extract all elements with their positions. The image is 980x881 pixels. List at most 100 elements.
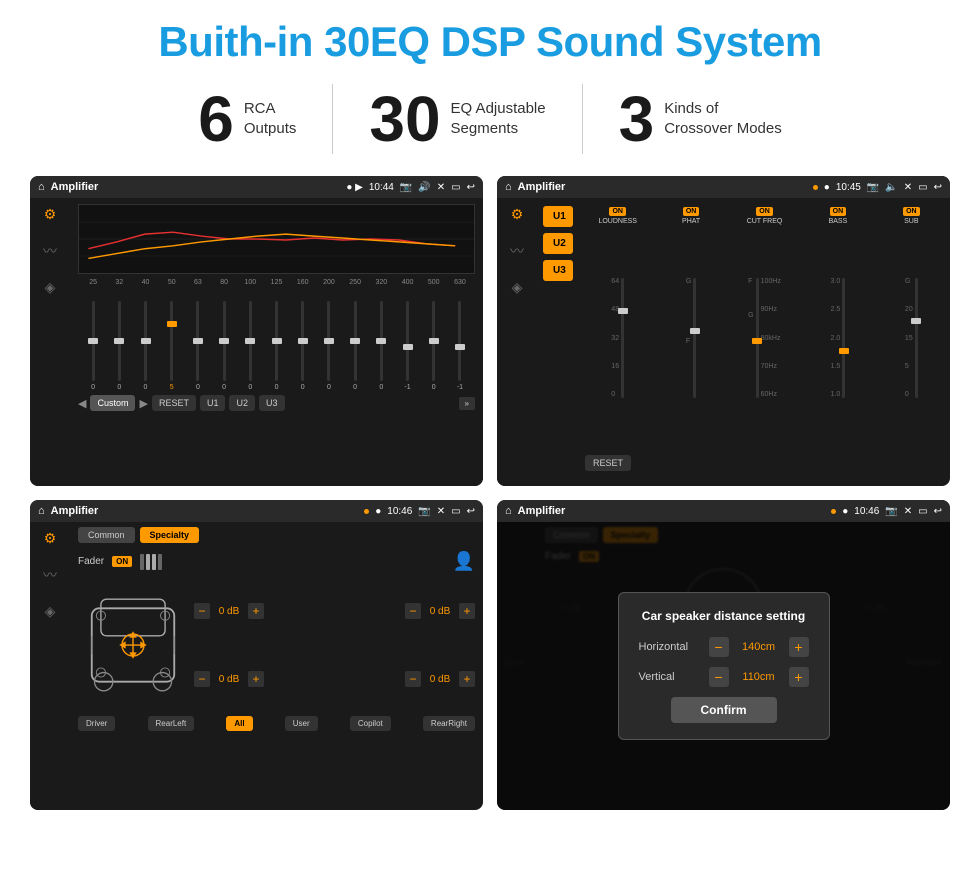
- eq-preset-custom[interactable]: Custom: [90, 395, 135, 411]
- eq-slider-3[interactable]: 5: [159, 301, 185, 391]
- back-icon-4[interactable]: ↩: [934, 506, 942, 517]
- back-icon-2[interactable]: ↩: [934, 182, 942, 193]
- db-bl-minus[interactable]: −: [194, 671, 210, 687]
- status-dot-2: [813, 185, 818, 190]
- fader-sidebar: ⚙ 〰 ◈: [30, 522, 70, 810]
- home-icon-3[interactable]: ⌂: [38, 505, 45, 517]
- screen-dialog-topbar: ⌂ Amplifier ● 10:46 📷 ✕ ▭ ↩: [497, 500, 950, 522]
- db-br-value: 0 dB: [425, 674, 455, 685]
- screens-grid: ⌂ Amplifier ● ▶ 10:44 📷 🔊 ✕ ▭ ↩ ⚙ 〰 ◈: [30, 176, 950, 810]
- eq-slider-7[interactable]: 0: [263, 301, 289, 391]
- window-icon-3: ▭: [451, 506, 460, 517]
- eq-more-btn[interactable]: »: [459, 397, 475, 410]
- crossover-sidebar-icon-1[interactable]: ⚙: [511, 206, 524, 223]
- stat-crossover: 3 Kinds of Crossover Modes: [583, 87, 818, 151]
- eq-slider-0[interactable]: 0: [80, 301, 106, 391]
- play-dot: ● ▶: [346, 182, 363, 193]
- status-dot2b: ●: [824, 182, 830, 193]
- fader-mini-slider[interactable]: [140, 554, 162, 570]
- volume-icon-2: 🔈: [885, 182, 897, 193]
- home-icon[interactable]: ⌂: [38, 181, 45, 193]
- stat-rca-number: 6: [198, 87, 234, 151]
- all-btn[interactable]: All: [226, 716, 252, 731]
- db-tl-plus[interactable]: +: [248, 603, 264, 619]
- home-icon-4[interactable]: ⌂: [505, 505, 512, 517]
- eq-slider-9[interactable]: 0: [316, 301, 342, 391]
- u2-button[interactable]: U2: [543, 233, 573, 254]
- page-wrapper: Buith-in 30EQ DSP Sound System 6 RCA Out…: [0, 0, 980, 881]
- eq-sidebar-icon-3[interactable]: ◈: [45, 279, 56, 296]
- screen-eq-topbar: ⌂ Amplifier ● ▶ 10:44 📷 🔊 ✕ ▭ ↩: [30, 176, 483, 198]
- rearleft-btn[interactable]: RearLeft: [148, 716, 195, 731]
- stat-eq: 30 EQ Adjustable Segments: [333, 87, 581, 151]
- eq-reset-btn[interactable]: RESET: [152, 395, 196, 411]
- driver-btn[interactable]: Driver: [78, 716, 115, 731]
- db-tr-minus[interactable]: −: [405, 603, 421, 619]
- fader-text-label: Fader: [78, 556, 104, 567]
- screen-crossover: ⌂ Amplifier ● 10:45 📷 🔈 ✕ ▭ ↩ ⚙ 〰 ◈ U1: [497, 176, 950, 486]
- db-control-bottom-left: − 0 dB +: [194, 671, 399, 687]
- rearright-btn[interactable]: RearRight: [423, 716, 475, 731]
- db-bl-plus[interactable]: +: [248, 671, 264, 687]
- eq-prev-btn[interactable]: ◀: [78, 397, 86, 410]
- status-dot3b: ●: [375, 506, 381, 517]
- u1-button[interactable]: U1: [543, 206, 573, 227]
- eq-sidebar-icon-2[interactable]: 〰: [43, 241, 57, 261]
- user-btn[interactable]: User: [285, 716, 318, 731]
- screen-crossover-title: Amplifier: [518, 181, 807, 193]
- screen-eq-body: ⚙ 〰 ◈: [30, 198, 483, 486]
- tab-specialty[interactable]: Specialty: [140, 527, 200, 543]
- horizontal-value: 140cm: [734, 641, 784, 653]
- fader-sidebar-icon-2[interactable]: 〰: [43, 565, 57, 585]
- vertical-plus-btn[interactable]: +: [789, 667, 809, 687]
- fader-sidebar-icon-1[interactable]: ⚙: [44, 530, 57, 547]
- screen-dialog-time: 10:46: [854, 506, 879, 517]
- confirm-button[interactable]: Confirm: [671, 697, 777, 723]
- screen-crossover-topbar: ⌂ Amplifier ● 10:45 📷 🔈 ✕ ▭ ↩: [497, 176, 950, 198]
- vertical-minus-btn[interactable]: −: [709, 667, 729, 687]
- eq-slider-4[interactable]: 0: [185, 301, 211, 391]
- db-tl-value: 0 dB: [214, 606, 244, 617]
- eq-u2-btn[interactable]: U2: [229, 395, 255, 411]
- camera-icon-4: 📷: [885, 506, 897, 517]
- eq-slider-1[interactable]: 0: [106, 301, 132, 391]
- eq-next-btn[interactable]: ▶: [139, 397, 147, 410]
- copilot-btn[interactable]: Copilot: [350, 716, 391, 731]
- eq-slider-6[interactable]: 0: [237, 301, 263, 391]
- eq-freq-labels: 25 32 40 50 63 80 100 125 160 200 250 32…: [78, 279, 475, 286]
- db-bl-value: 0 dB: [214, 674, 244, 685]
- close-icon: ✕: [437, 182, 445, 193]
- back-icon-3[interactable]: ↩: [467, 506, 475, 517]
- eq-slider-8[interactable]: 0: [290, 301, 316, 391]
- eq-sidebar-icon-1[interactable]: ⚙: [44, 206, 57, 223]
- db-br-plus[interactable]: +: [459, 671, 475, 687]
- eq-slider-2[interactable]: 0: [132, 301, 158, 391]
- eq-slider-5[interactable]: 0: [211, 301, 237, 391]
- db-tl-minus[interactable]: −: [194, 603, 210, 619]
- eq-slider-10[interactable]: 0: [342, 301, 368, 391]
- dialog-vertical-row: Vertical − 110cm +: [639, 667, 809, 687]
- crossover-sidebar-icon-3[interactable]: ◈: [512, 279, 523, 296]
- eq-u3-btn[interactable]: U3: [259, 395, 285, 411]
- db-br-minus[interactable]: −: [405, 671, 421, 687]
- eq-slider-11[interactable]: 0: [368, 301, 394, 391]
- crossover-sidebar-icon-2[interactable]: 〰: [510, 241, 524, 261]
- crossover-reset-btn[interactable]: RESET: [585, 455, 631, 471]
- car-diagram-container: [78, 580, 188, 710]
- eq-slider-13[interactable]: 0: [421, 301, 447, 391]
- back-icon[interactable]: ↩: [467, 182, 475, 193]
- horizontal-minus-btn[interactable]: −: [709, 637, 729, 657]
- horizontal-plus-btn[interactable]: +: [789, 637, 809, 657]
- eq-slider-14[interactable]: -1: [447, 301, 473, 391]
- screen-fader-body: ⚙ 〰 ◈ Common Specialty Fader ON: [30, 522, 483, 810]
- eq-u1-btn[interactable]: U1: [200, 395, 226, 411]
- vertical-label: Vertical: [639, 671, 709, 683]
- u3-button[interactable]: U3: [543, 260, 573, 281]
- home-icon-2[interactable]: ⌂: [505, 181, 512, 193]
- tab-common[interactable]: Common: [78, 527, 135, 543]
- db-tr-plus[interactable]: +: [459, 603, 475, 619]
- screen-fader-title: Amplifier: [51, 505, 359, 517]
- eq-slider-12[interactable]: -1: [394, 301, 420, 391]
- fader-sidebar-icon-3[interactable]: ◈: [45, 603, 56, 620]
- window-icon-2: ▭: [918, 182, 927, 193]
